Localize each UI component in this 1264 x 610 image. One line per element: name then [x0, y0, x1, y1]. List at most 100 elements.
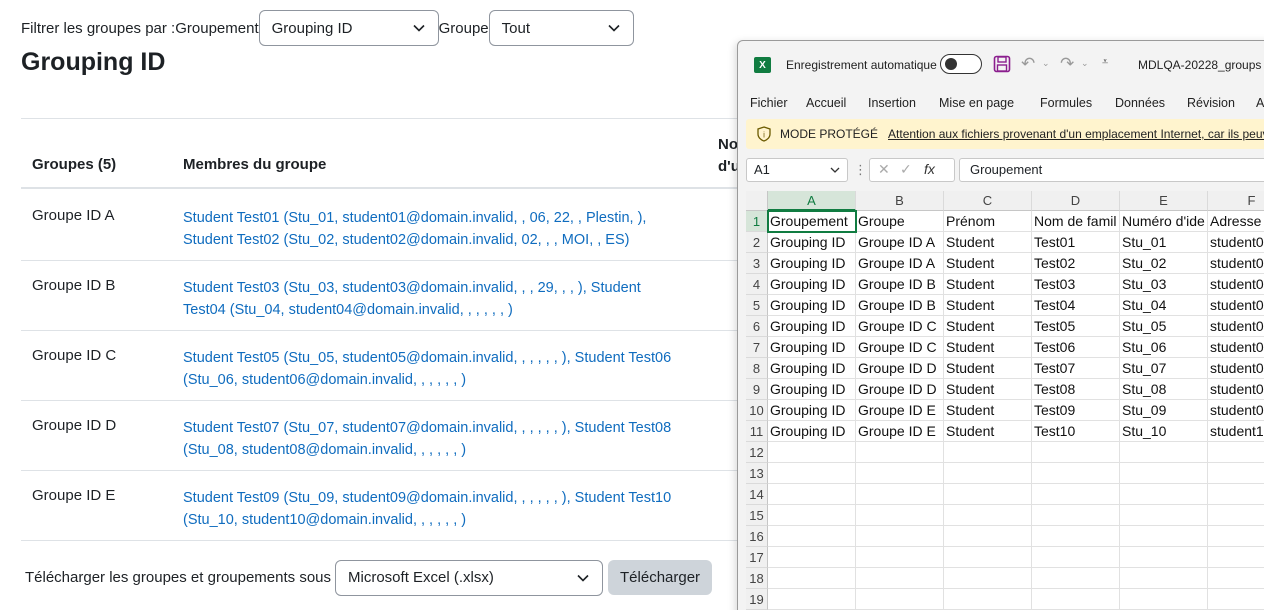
- cell[interactable]: Nom de famil: [1032, 211, 1120, 232]
- autosave-toggle[interactable]: [940, 54, 982, 74]
- tab-donnees[interactable]: Données: [1115, 96, 1165, 110]
- cell[interactable]: [1032, 547, 1120, 568]
- cell[interactable]: Student: [944, 358, 1032, 379]
- group-members-link[interactable]: Student Test09 (Stu_09, student09@domain…: [183, 487, 683, 531]
- cell[interactable]: [1208, 442, 1264, 463]
- cell[interactable]: Groupe ID A: [856, 253, 944, 274]
- cell[interactable]: Grouping ID: [768, 358, 856, 379]
- formula-input[interactable]: Groupement: [959, 158, 1264, 182]
- group-select[interactable]: Tout: [488, 10, 634, 46]
- cell[interactable]: [1032, 505, 1120, 526]
- cell[interactable]: Grouping ID: [768, 253, 856, 274]
- row-header[interactable]: 12: [746, 442, 768, 463]
- grouping-select[interactable]: Grouping ID: [258, 10, 439, 46]
- cell[interactable]: Grouping ID: [768, 232, 856, 253]
- cell[interactable]: [856, 589, 944, 610]
- cell[interactable]: Groupe ID C: [856, 337, 944, 358]
- cell[interactable]: [1032, 442, 1120, 463]
- cell[interactable]: [768, 589, 856, 610]
- cell[interactable]: [1032, 526, 1120, 547]
- cell[interactable]: [856, 442, 944, 463]
- cell[interactable]: student0: [1208, 274, 1264, 295]
- cell[interactable]: [1032, 589, 1120, 610]
- cell[interactable]: Stu_05: [1120, 316, 1208, 337]
- cell[interactable]: [768, 568, 856, 589]
- cell[interactable]: [1208, 463, 1264, 484]
- cell[interactable]: Grouping ID: [768, 274, 856, 295]
- cell[interactable]: [944, 442, 1032, 463]
- cell[interactable]: [856, 463, 944, 484]
- column-header-b[interactable]: B: [856, 191, 944, 211]
- cancel-icon[interactable]: ✕: [878, 161, 890, 178]
- cell[interactable]: [1032, 568, 1120, 589]
- cell[interactable]: Grouping ID: [768, 337, 856, 358]
- column-header-c[interactable]: C: [944, 191, 1032, 211]
- row-header[interactable]: 2: [746, 232, 768, 253]
- cell[interactable]: [1120, 442, 1208, 463]
- cell[interactable]: student0: [1208, 400, 1264, 421]
- column-header-groups[interactable]: Groupes (5): [32, 156, 116, 173]
- cell[interactable]: Groupement: [767, 210, 857, 233]
- cell[interactable]: Student: [944, 274, 1032, 295]
- row-header[interactable]: 13: [746, 463, 768, 484]
- row-header[interactable]: 15: [746, 505, 768, 526]
- cell[interactable]: [1120, 526, 1208, 547]
- function-icon[interactable]: fx: [924, 161, 935, 177]
- cell[interactable]: Grouping ID: [768, 379, 856, 400]
- cell[interactable]: Groupe: [856, 211, 944, 232]
- cell[interactable]: [944, 526, 1032, 547]
- cell[interactable]: [944, 505, 1032, 526]
- cell[interactable]: Test10: [1032, 421, 1120, 442]
- cell[interactable]: [1120, 589, 1208, 610]
- cell[interactable]: [944, 589, 1032, 610]
- cell[interactable]: Student: [944, 253, 1032, 274]
- undo-dropdown-icon[interactable]: ⌄: [1042, 58, 1050, 69]
- cell[interactable]: Student: [944, 337, 1032, 358]
- cell[interactable]: student0: [1208, 295, 1264, 316]
- cell[interactable]: student0: [1208, 253, 1264, 274]
- cell[interactable]: Test05: [1032, 316, 1120, 337]
- cell[interactable]: Test06: [1032, 337, 1120, 358]
- cell[interactable]: Prénom: [944, 211, 1032, 232]
- cell[interactable]: [1120, 505, 1208, 526]
- row-header[interactable]: 10: [746, 400, 768, 421]
- name-box[interactable]: A1: [746, 158, 848, 182]
- cell[interactable]: Grouping ID: [768, 316, 856, 337]
- cell[interactable]: Stu_01: [1120, 232, 1208, 253]
- cell[interactable]: [1120, 463, 1208, 484]
- cell[interactable]: student0: [1208, 358, 1264, 379]
- column-header-d[interactable]: D: [1032, 191, 1120, 211]
- cell[interactable]: [1120, 484, 1208, 505]
- row-header[interactable]: 8: [746, 358, 768, 379]
- row-header[interactable]: 19: [746, 589, 768, 610]
- cell[interactable]: [1120, 547, 1208, 568]
- group-members-link[interactable]: Student Test07 (Stu_07, student07@domain…: [183, 417, 683, 461]
- cell[interactable]: Student: [944, 421, 1032, 442]
- cell[interactable]: Stu_07: [1120, 358, 1208, 379]
- cell[interactable]: Stu_04: [1120, 295, 1208, 316]
- cell[interactable]: Student: [944, 379, 1032, 400]
- cell[interactable]: [768, 547, 856, 568]
- tab-accueil[interactable]: Accueil: [806, 96, 846, 110]
- cell[interactable]: Groupe ID B: [856, 295, 944, 316]
- cell[interactable]: [856, 484, 944, 505]
- tab-more[interactable]: A: [1256, 96, 1264, 110]
- cell[interactable]: Test09: [1032, 400, 1120, 421]
- cell[interactable]: Stu_03: [1120, 274, 1208, 295]
- cell[interactable]: [1208, 526, 1264, 547]
- cell[interactable]: Grouping ID: [768, 421, 856, 442]
- cell[interactable]: [856, 505, 944, 526]
- cell[interactable]: [856, 526, 944, 547]
- cell[interactable]: [944, 547, 1032, 568]
- tab-formules[interactable]: Formules: [1040, 96, 1092, 110]
- cell[interactable]: [1032, 463, 1120, 484]
- cell[interactable]: Test01: [1032, 232, 1120, 253]
- save-icon[interactable]: [993, 55, 1011, 73]
- cell[interactable]: [1032, 484, 1120, 505]
- cell[interactable]: [768, 484, 856, 505]
- cell[interactable]: Groupe ID B: [856, 274, 944, 295]
- cell[interactable]: [1208, 547, 1264, 568]
- row-header[interactable]: 18: [746, 568, 768, 589]
- cell[interactable]: [1208, 568, 1264, 589]
- row-header[interactable]: 9: [746, 379, 768, 400]
